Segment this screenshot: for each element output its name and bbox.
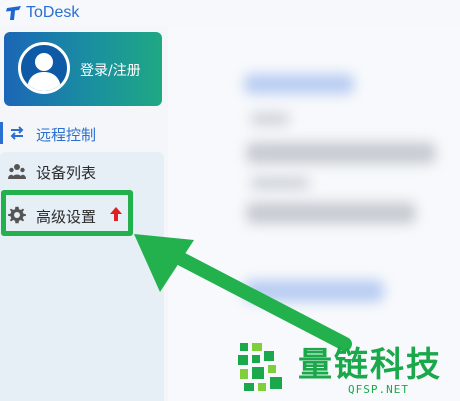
blurred-text bbox=[246, 142, 436, 164]
sidebar-item-remote-control[interactable]: 远程控制 bbox=[0, 116, 168, 150]
blurred-text bbox=[250, 176, 310, 190]
sidebar-item-label: 远程控制 bbox=[36, 126, 97, 144]
active-indicator bbox=[0, 122, 3, 144]
swap-arrows-icon bbox=[10, 126, 24, 140]
title-bar: ToDesk bbox=[0, 0, 460, 26]
app-title: ToDesk bbox=[26, 4, 80, 21]
blurred-text bbox=[250, 112, 290, 126]
login-register-link[interactable]: 登录/注册 bbox=[80, 60, 141, 80]
blurred-text bbox=[246, 202, 416, 224]
blurred-heading bbox=[244, 74, 354, 94]
highlight-box bbox=[1, 190, 133, 236]
watermark-text: 量链科技 bbox=[298, 345, 442, 385]
sidebar-item-device-list[interactable]: 设备列表 bbox=[0, 154, 168, 188]
people-icon bbox=[8, 164, 26, 179]
sidebar-item-label: 设备列表 bbox=[36, 164, 97, 182]
todesk-logo-icon bbox=[6, 6, 21, 20]
watermark-logo-icon bbox=[238, 343, 282, 391]
user-silhouette-icon bbox=[27, 53, 61, 91]
watermark: 量链科技 QFSP.NET bbox=[234, 333, 460, 401]
avatar[interactable] bbox=[18, 42, 70, 94]
watermark-site: QFSP.NET bbox=[348, 383, 409, 396]
login-card[interactable]: 登录/注册 bbox=[4, 32, 162, 106]
